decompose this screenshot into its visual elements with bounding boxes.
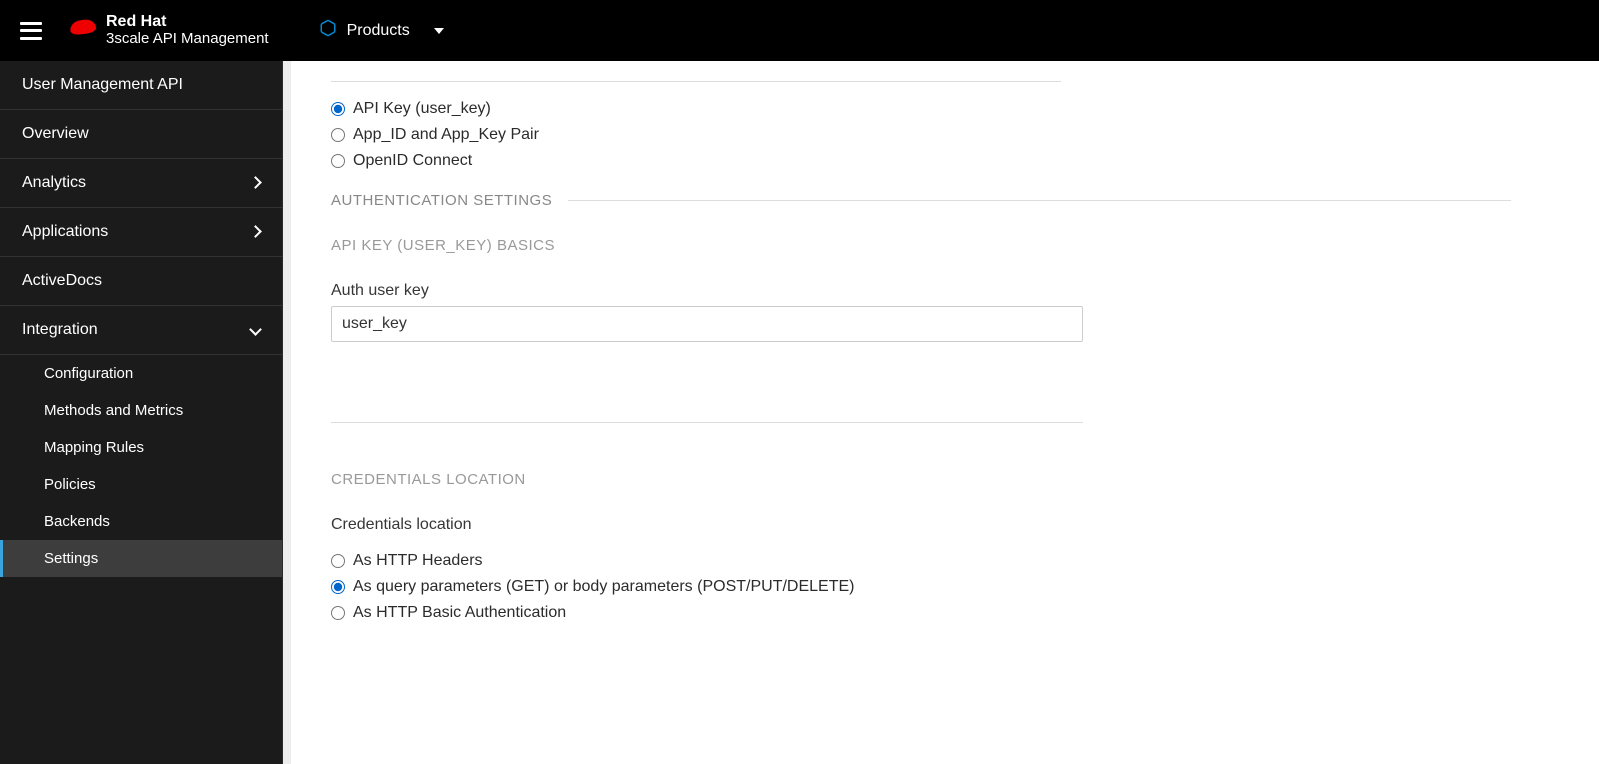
- sidebar-item-applications[interactable]: Applications: [0, 208, 282, 257]
- top-bar: Red Hat 3scale API Management Products: [0, 0, 1599, 61]
- brand-subtitle: 3scale API Management: [106, 31, 269, 47]
- divider: [331, 81, 1061, 82]
- sidebar-item-label: Mapping Rules: [44, 439, 144, 456]
- brand-title: Red Hat: [106, 14, 269, 31]
- chevron-down-icon: [251, 321, 260, 339]
- radio-label: API Key (user_key): [353, 100, 491, 118]
- sidebar-item-label: Backends: [44, 513, 110, 530]
- nav-products-label: Products: [347, 22, 410, 40]
- sidebar-item-label: Policies: [44, 476, 96, 493]
- sidebar-item-integration[interactable]: Integration: [0, 306, 282, 355]
- sidebar-sub-policies[interactable]: Policies: [0, 466, 282, 503]
- chevron-down-icon: [434, 28, 444, 34]
- auth-user-key-input[interactable]: [331, 306, 1083, 342]
- radio-query-params[interactable]: As query parameters (GET) or body parame…: [331, 578, 1599, 596]
- chevron-right-icon: [251, 174, 260, 192]
- products-icon: [319, 19, 337, 42]
- section-heading-label: AUTHENTICATION SETTINGS: [331, 192, 552, 209]
- divider: [331, 422, 1083, 423]
- sidebar-item-label: Methods and Metrics: [44, 402, 183, 419]
- radio-openid[interactable]: OpenID Connect: [331, 152, 1599, 170]
- brand[interactable]: Red Hat 3scale API Management: [70, 14, 269, 47]
- radio-label: As query parameters (GET) or body parame…: [353, 578, 854, 596]
- sidebar-item-label: Applications: [22, 223, 108, 241]
- credentials-location-label: Credentials location: [331, 516, 1599, 534]
- subsection-api-key-basics: API KEY (USER_KEY) BASICS: [331, 237, 1599, 254]
- radio-http-headers[interactable]: As HTTP Headers: [331, 552, 1599, 570]
- radio-api-key[interactable]: API Key (user_key): [331, 100, 1599, 118]
- scroll-gutter[interactable]: [283, 61, 291, 764]
- menu-icon[interactable]: [20, 22, 42, 40]
- sidebar-item-analytics[interactable]: Analytics: [0, 159, 282, 208]
- main-content: API Key (user_key) App_ID and App_Key Pa…: [283, 61, 1599, 764]
- sidebar-sub-mapping-rules[interactable]: Mapping Rules: [0, 429, 282, 466]
- sidebar-sub-methods-metrics[interactable]: Methods and Metrics: [0, 392, 282, 429]
- sidebar-item-overview[interactable]: Overview: [0, 110, 282, 159]
- radio-input[interactable]: [331, 128, 345, 142]
- sidebar-title[interactable]: User Management API: [0, 61, 282, 110]
- nav-products[interactable]: Products: [319, 19, 444, 42]
- radio-input[interactable]: [331, 102, 345, 116]
- sidebar-item-label: Configuration: [44, 365, 133, 382]
- heading-line: [568, 200, 1511, 201]
- chevron-right-icon: [251, 223, 260, 241]
- radio-input[interactable]: [331, 554, 345, 568]
- radio-input[interactable]: [331, 154, 345, 168]
- sidebar-item-activedocs[interactable]: ActiveDocs: [0, 257, 282, 306]
- sidebar-sub-settings[interactable]: Settings: [0, 540, 282, 577]
- sidebar-sub-backends[interactable]: Backends: [0, 503, 282, 540]
- sidebar-item-label: ActiveDocs: [22, 272, 102, 290]
- sidebar: User Management API Overview Analytics A…: [0, 61, 283, 764]
- section-auth-settings: AUTHENTICATION SETTINGS: [331, 192, 1511, 209]
- sidebar-item-label: Overview: [22, 125, 89, 143]
- credentials-location-group: As HTTP Headers As query parameters (GET…: [331, 552, 1599, 622]
- radio-app-id-key[interactable]: App_ID and App_Key Pair: [331, 126, 1599, 144]
- subsection-credentials-location: CREDENTIALS LOCATION: [331, 471, 1599, 488]
- sidebar-item-label: Integration: [22, 321, 98, 339]
- sidebar-item-label: Analytics: [22, 174, 86, 192]
- redhat-logo-icon: [70, 20, 96, 40]
- radio-label: As HTTP Basic Authentication: [353, 604, 566, 622]
- auth-user-key-label: Auth user key: [331, 282, 1599, 300]
- radio-label: App_ID and App_Key Pair: [353, 126, 539, 144]
- sidebar-item-label: Settings: [44, 550, 98, 567]
- radio-http-basic[interactable]: As HTTP Basic Authentication: [331, 604, 1599, 622]
- radio-input[interactable]: [331, 580, 345, 594]
- radio-label: As HTTP Headers: [353, 552, 483, 570]
- radio-input[interactable]: [331, 606, 345, 620]
- radio-label: OpenID Connect: [353, 152, 472, 170]
- sidebar-sub-configuration[interactable]: Configuration: [0, 355, 282, 392]
- sidebar-title-label: User Management API: [22, 76, 183, 94]
- auth-method-group: API Key (user_key) App_ID and App_Key Pa…: [331, 100, 1599, 170]
